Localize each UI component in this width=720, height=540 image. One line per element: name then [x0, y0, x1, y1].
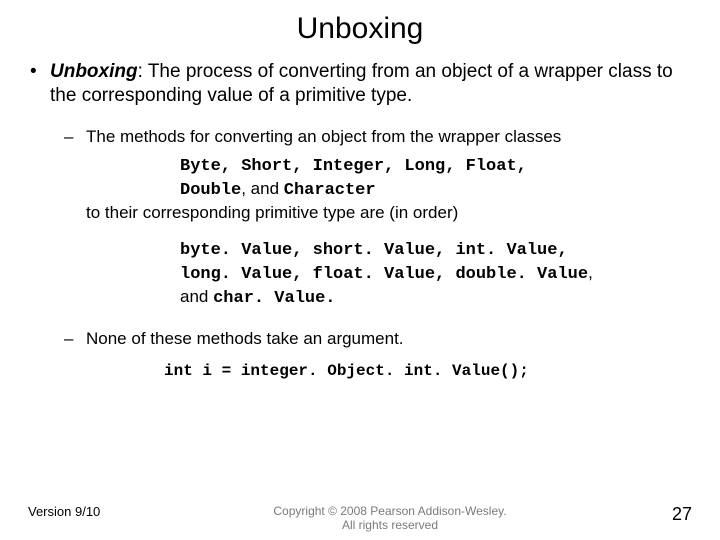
copyright-line1: Copyright © 2008 Pearson Addison-Wesley. — [273, 504, 506, 518]
definition-text: : The process of converting from an obje… — [50, 61, 673, 106]
methods-and: and — [180, 287, 213, 306]
copyright: Copyright © 2008 Pearson Addison-Wesley.… — [148, 504, 632, 532]
methods-line1: byte. Value, short. Value, int. Value, — [64, 238, 692, 262]
wrapper-class-double: Double — [180, 181, 241, 200]
sub1-tail: to their corresponding primitive type ar… — [64, 202, 692, 224]
wrapper-classes-text1: Byte, Short, Integer, Long, Float, — [180, 157, 527, 176]
definition-term: Unboxing — [50, 61, 138, 82]
footer: Version 9/10 Copyright © 2008 Pearson Ad… — [0, 504, 720, 532]
definition-body: Unboxing: The process of converting from… — [50, 60, 692, 108]
wrapper-classes-line2: Double, and Character — [64, 178, 692, 202]
wrapper-and: , and — [241, 179, 284, 198]
methods-line2: long. Value, float. Value, double. Value… — [64, 262, 692, 286]
sub1-lead: The methods for converting an object fro… — [86, 126, 692, 148]
code-example: int i = integer. Object. int. Value(); — [64, 362, 692, 380]
sub-bullets: – The methods for converting an object f… — [28, 126, 692, 381]
page-number: 27 — [632, 504, 692, 525]
methods-comma: , — [588, 263, 593, 282]
definition-bullet: • Unboxing: The process of converting fr… — [28, 60, 692, 108]
methods-text2a: long. Value, float. Value, double. Value — [180, 265, 588, 284]
wrapper-classes-line1: Byte, Short, Integer, Long, Float, — [64, 154, 692, 178]
sub-bullet-2: – None of these methods take an argument… — [64, 328, 692, 350]
methods-line3: and char. Value. — [64, 286, 692, 310]
methods-text1: byte. Value, short. Value, int. Value, — [180, 241, 568, 260]
version-label: Version 9/10 — [28, 504, 148, 519]
copyright-line2: All rights reserved — [342, 518, 438, 532]
methods-charvalue: char. Value. — [213, 289, 335, 308]
bullet-dot: • — [28, 60, 50, 108]
page-title: Unboxing — [28, 12, 692, 46]
sub2-text: None of these methods take an argument. — [86, 328, 692, 350]
bullet-dash: – — [64, 126, 86, 148]
sub-bullet-1: – The methods for converting an object f… — [64, 126, 692, 148]
wrapper-class-character: Character — [284, 181, 376, 200]
bullet-dash: – — [64, 328, 86, 350]
